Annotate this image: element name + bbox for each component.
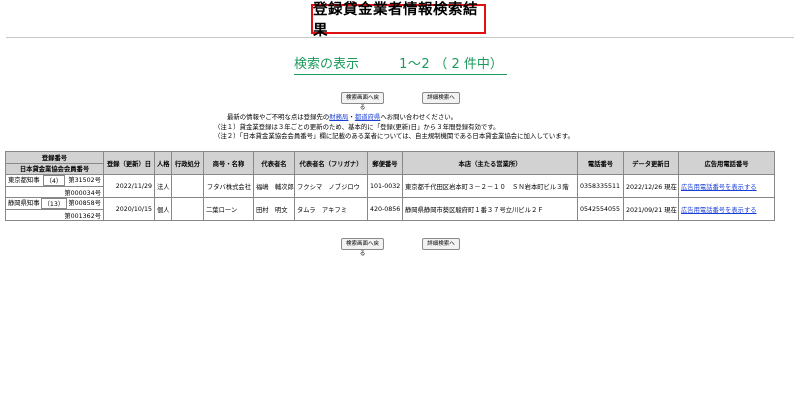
result-label: 検索の表示 [294, 57, 360, 72]
reg-date-cell: 2020/10/15 [103, 197, 155, 221]
show-ad-phone-link[interactable]: 広告用電話番号を表示する [681, 207, 757, 214]
header-name: 商号・名称 [203, 151, 254, 175]
reg-authority: 静岡県知事 [8, 200, 40, 207]
header-address: 本店（主たる営業所） [402, 151, 578, 175]
phone-cell: 0542554055 [577, 197, 624, 221]
results-table: 登録番号 登録（更新）日 人格 行政処分 商号・名称 代表者名 代表者名（フリガ… [5, 151, 775, 221]
table-row: 東京都知事 （4） 第31502号 2022/11/29 法人 フタバ株式会社 … [5, 174, 775, 198]
updated-cell: 2022/12/26 現在 [623, 174, 679, 198]
page-title: 登録貸金業者情報検索結果 [311, 2, 486, 39]
reg-no: 第31502号 [68, 177, 101, 184]
rep-kana-cell: フクシマ ノブジロウ [294, 174, 368, 198]
result-summary: 検索の表示 1〜2 （ 2 件中） [294, 53, 507, 75]
address-cell: 静岡県静岡市葵区駿府町１番３７号立川ビル２Ｆ [402, 197, 578, 221]
table-row: 静岡県知事 （13） 第00858号 2020/10/15 個人 二葉ローン 田… [5, 197, 775, 221]
header-entity: 人格 [154, 151, 172, 175]
reg-number-cell: 東京都知事 （4） 第31502号 [5, 174, 104, 187]
admin-cell [171, 174, 204, 198]
entity-cell: 法人 [154, 174, 172, 198]
phone-cell: 0358335511 [577, 174, 624, 198]
prefecture-link[interactable]: 都道府県 [355, 113, 381, 121]
reg-no: 第00858号 [68, 200, 101, 207]
ad-phone-cell: 広告用電話番号を表示する [678, 197, 775, 221]
header-divider [6, 37, 794, 38]
finance-bureau-link[interactable]: 財務局 [329, 113, 348, 121]
rep-kana-cell: タムラ アキフミ [294, 197, 368, 221]
note-contact-tail: へお問い合わせください。 [380, 113, 458, 121]
address-cell: 東京都千代田区岩本町３－２－１０ ＳＮ岩本町ビル３階 [402, 174, 578, 198]
assoc-number-cell: 第000034号 [5, 186, 104, 198]
header-rep: 代表者名 [253, 151, 295, 175]
header-ad-phone: 広告用電話番号 [678, 151, 775, 175]
reg-count: （4） [42, 175, 66, 186]
header-admin: 行政処分 [171, 151, 204, 175]
result-range: 1〜2 [399, 57, 431, 72]
detail-search-button-bottom[interactable]: 詳細検索へ [422, 238, 460, 250]
header-phone: 電話番号 [577, 151, 624, 175]
note-1: （注１）貸金業登録は３年ごとの更新のため、基本的に「登録(更新)日」から３年間登… [214, 122, 500, 131]
header-postal: 郵便番号 [367, 151, 403, 175]
show-ad-phone-link[interactable]: 広告用電話番号を表示する [681, 184, 757, 191]
header-updated: データ更新日 [623, 151, 679, 175]
header-reg-no: 登録番号 [5, 151, 104, 164]
note-contact-text: 最新の情報やご不明な点は登録先の [227, 113, 330, 121]
notes-block: 最新の情報やご不明な点は登録先の財務局・都道府県へお問い合わせください。 （注１… [0, 113, 800, 142]
updated-cell: 2021/09/21 現在 [623, 197, 679, 221]
header-reg-date: 登録（更新）日 [103, 151, 155, 175]
assoc-number-cell: 第001362号 [5, 209, 104, 221]
entity-cell: 個人 [154, 197, 172, 221]
back-to-search-button-bottom[interactable]: 検索画面へ戻る [341, 238, 384, 257]
note-contact: 最新の情報やご不明な点は登録先の財務局・都道府県へお問い合わせください。 [0, 113, 800, 123]
name-cell: フタバ株式会社 [203, 174, 254, 198]
note-2: （注２）「日本貸金業協会会員番号」欄に記載のある業者については、自主規制機関であ… [214, 132, 574, 140]
name-cell: 二葉ローン [203, 197, 254, 221]
reg-number-cell: 静岡県知事 （13） 第00858号 [5, 197, 104, 210]
admin-cell [171, 197, 204, 221]
back-to-search-button-top[interactable]: 検索画面へ戻る [341, 92, 384, 111]
header-rep-kana: 代表者名（フリガナ） [294, 151, 368, 175]
result-count: （ 2 件中） [434, 57, 503, 72]
detail-search-button-top[interactable]: 詳細検索へ [422, 92, 460, 104]
header-assoc-no: 日本貸金業協会会員番号 [5, 162, 104, 175]
rep-cell: 福嶋 輔次郎 [253, 174, 295, 198]
ad-phone-cell: 広告用電話番号を表示する [678, 174, 775, 198]
reg-date-cell: 2022/11/29 [103, 174, 155, 198]
postal-cell: 101-0032 [367, 174, 403, 198]
reg-count: （13） [40, 198, 68, 209]
postal-cell: 420-0856 [367, 197, 403, 221]
reg-authority: 東京都知事 [8, 177, 40, 184]
rep-cell: 田村 明文 [253, 197, 295, 221]
